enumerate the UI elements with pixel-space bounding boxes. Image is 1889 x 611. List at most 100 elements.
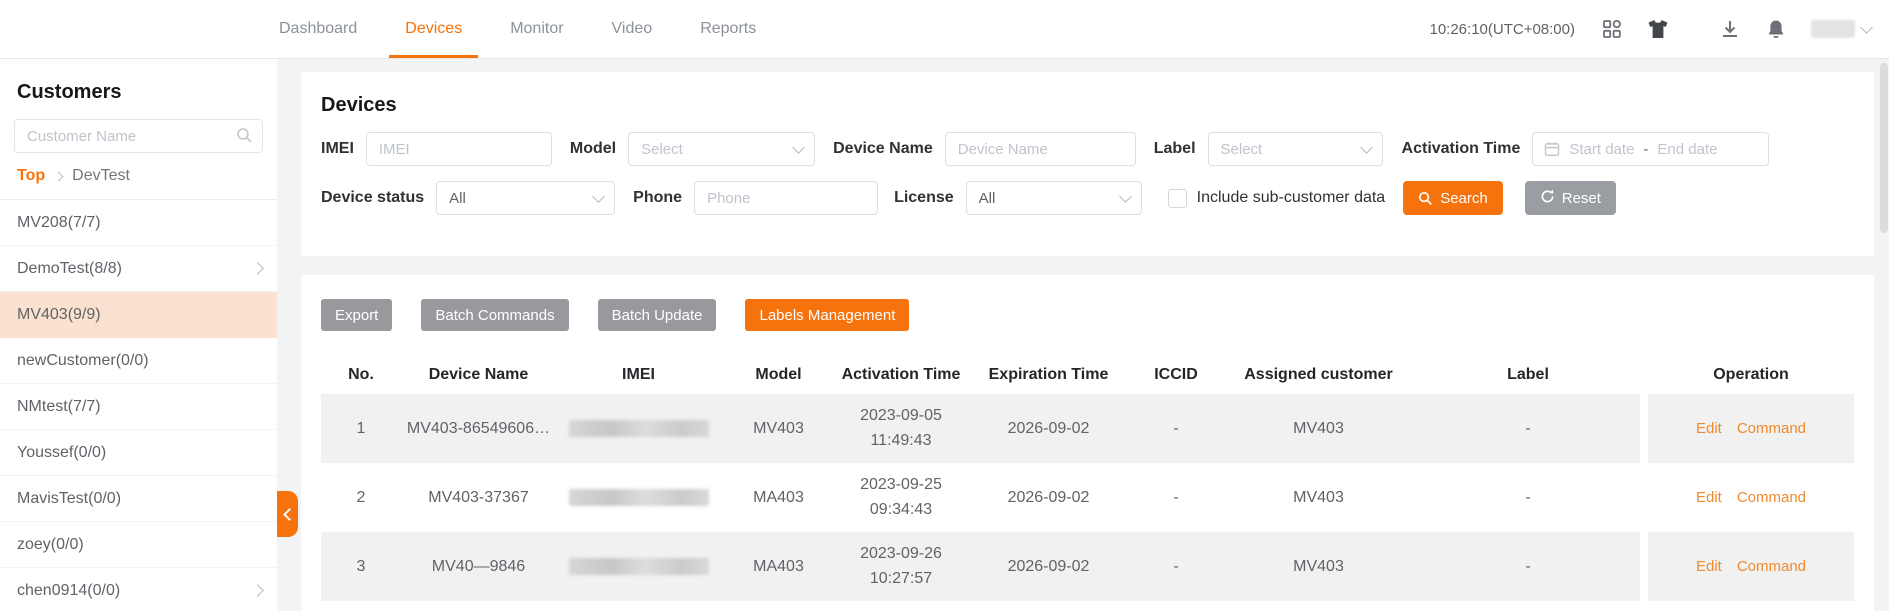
edit-link[interactable]: Edit [1696, 489, 1722, 506]
command-link[interactable]: Command [1737, 489, 1806, 506]
model-select[interactable]: Select [628, 132, 815, 166]
edit-link[interactable]: Edit [1696, 420, 1722, 437]
sidebar-item-mv208[interactable]: MV208(7/7) [0, 200, 277, 246]
tab-devices[interactable]: Devices [381, 0, 486, 58]
device-name-label: Device Name [833, 140, 933, 158]
shirt-icon[interactable] [1647, 18, 1669, 40]
filter-row-1: IMEI Model Select Device Name Label Sele… [321, 132, 1854, 166]
label-select[interactable]: Select [1208, 132, 1383, 166]
column-header-operation: Operation [1648, 356, 1854, 394]
cell-assigned-customer: MV403 [1221, 394, 1416, 463]
breadcrumb-chevron-icon [54, 171, 64, 181]
sidebar-item-chen0914[interactable]: chen0914(0/0) [0, 568, 277, 611]
cell-operation: Edit Command [1648, 532, 1854, 601]
sidebar-item-youssef[interactable]: Youssef(0/0) [0, 430, 277, 476]
column-header-activation-time: Activation Time [836, 356, 966, 394]
cell-operation: Edit Command [1648, 394, 1854, 463]
cell-iccid: - [1131, 532, 1221, 601]
imei-redacted-blur [569, 489, 709, 506]
cell-label: - [1416, 532, 1640, 601]
cell-label: - [1416, 394, 1640, 463]
license-select[interactable]: All [966, 181, 1142, 215]
customer-name: newCustomer(0/0) [17, 352, 149, 370]
cell-device-name: MV403-86549606… [401, 394, 556, 463]
apps-grid-icon[interactable] [1601, 18, 1623, 40]
download-icon[interactable] [1719, 18, 1741, 40]
phone-input[interactable] [694, 181, 878, 215]
cell-imei [556, 463, 721, 532]
sidebar-item-zoey[interactable]: zoey(0/0) [0, 522, 277, 568]
cell-no: 2 [321, 463, 401, 532]
chevron-down-icon [792, 141, 805, 154]
imei-input[interactable] [366, 132, 552, 166]
breadcrumb-current: DevTest [72, 167, 130, 185]
command-link[interactable]: Command [1737, 558, 1806, 575]
page-scrollbar-thumb[interactable] [1880, 63, 1888, 233]
edit-link[interactable]: Edit [1696, 558, 1722, 575]
device-name-text: MV403-86549606… [407, 420, 550, 438]
cell-assigned-customer: MV403 [1221, 532, 1416, 601]
device-name-input[interactable] [945, 132, 1136, 166]
table-row: 1MV403-86549606…MV4032023-09-0511:49:432… [321, 394, 1854, 463]
command-link[interactable]: Command [1737, 420, 1806, 437]
cell-expiration-time: 2026-09-02 [966, 394, 1131, 463]
activation-clock: 09:34:43 [870, 498, 932, 523]
tab-reports[interactable]: Reports [676, 0, 780, 58]
activation-date: 2023-09-25 [860, 473, 942, 498]
batch-update-button[interactable]: Batch Update [598, 299, 717, 331]
cell-imei [556, 394, 721, 463]
cell-operation: Edit Command [1648, 463, 1854, 532]
search-icon [236, 127, 253, 149]
table-row: 2MV403-37367MA4032023-09-2509:34:432026-… [321, 463, 1854, 532]
labels-management-button[interactable]: Labels Management [745, 299, 909, 331]
cell-activation-time: 2023-09-0511:49:43 [836, 394, 966, 463]
customer-list: MV208(7/7) DemoTest(8/8) MV403(9/9) newCust… [0, 200, 277, 611]
breadcrumb-top[interactable]: Top [17, 167, 45, 185]
sidebar-item-mavistest[interactable]: MavisTest(0/0) [0, 476, 277, 522]
license-label: License [894, 189, 954, 207]
cell-expiration-time: 2026-09-02 [966, 532, 1131, 601]
device-name-text: MV403-37367 [428, 489, 529, 507]
search-button[interactable]: Search [1403, 181, 1503, 215]
column-header-label: Label [1416, 356, 1640, 394]
customer-name: MV403(9/9) [17, 306, 101, 324]
sidebar-item-nmtest[interactable]: NMtest(7/7) [0, 384, 277, 430]
customer-search-input[interactable] [14, 119, 263, 153]
device-status-select[interactable]: All [436, 181, 615, 215]
cell-expiration-time: 2026-09-02 [966, 463, 1131, 532]
page-scrollbar[interactable] [1878, 59, 1889, 611]
cell-device-name: MV403-37367 [401, 463, 556, 532]
sidebar-item-demotest[interactable]: DemoTest(8/8) [0, 246, 277, 292]
activation-clock: 11:49:43 [870, 429, 931, 454]
customer-name: MavisTest(0/0) [17, 490, 121, 508]
cell-iccid: - [1131, 463, 1221, 532]
table-toolbar: Export Batch Commands Batch Update Label… [321, 275, 1854, 331]
sidebar-item-mv403[interactable]: MV403(9/9) [0, 292, 277, 338]
customer-name: MV208(7/7) [17, 214, 101, 232]
cell-no: 1 [321, 394, 401, 463]
customer-search [14, 119, 263, 153]
export-button[interactable]: Export [321, 299, 392, 331]
devices-table-panel: Export Batch Commands Batch Update Label… [301, 275, 1874, 611]
batch-commands-button[interactable]: Batch Commands [421, 299, 568, 331]
tab-video[interactable]: Video [588, 0, 677, 58]
tab-monitor[interactable]: Monitor [486, 0, 587, 58]
customer-name: zoey(0/0) [17, 536, 84, 554]
expand-chevron-icon [251, 584, 264, 597]
user-menu[interactable] [1811, 20, 1871, 38]
top-bar: DashboardDevicesMonitorVideoReports 10:2… [0, 0, 1889, 59]
include-sub-customer-checkbox[interactable] [1168, 189, 1187, 208]
devices-filter-panel: Devices IMEI Model Select Device Name La… [301, 72, 1874, 256]
customer-name: Youssef(0/0) [17, 444, 106, 462]
activation-date-range[interactable]: Start date - End date [1532, 132, 1769, 166]
sidebar-item-newcustomer[interactable]: newCustomer(0/0) [0, 338, 277, 384]
imei-label: IMEI [321, 140, 354, 158]
reset-button[interactable]: Reset [1525, 181, 1616, 215]
tab-dashboard[interactable]: Dashboard [255, 0, 381, 58]
imei-redacted-blur [569, 420, 709, 437]
cell-model: MV403 [721, 394, 836, 463]
bell-icon[interactable] [1765, 18, 1787, 40]
cell-label: - [1416, 463, 1640, 532]
sidebar-collapse-button[interactable] [277, 491, 298, 537]
username-redacted [1811, 20, 1855, 38]
